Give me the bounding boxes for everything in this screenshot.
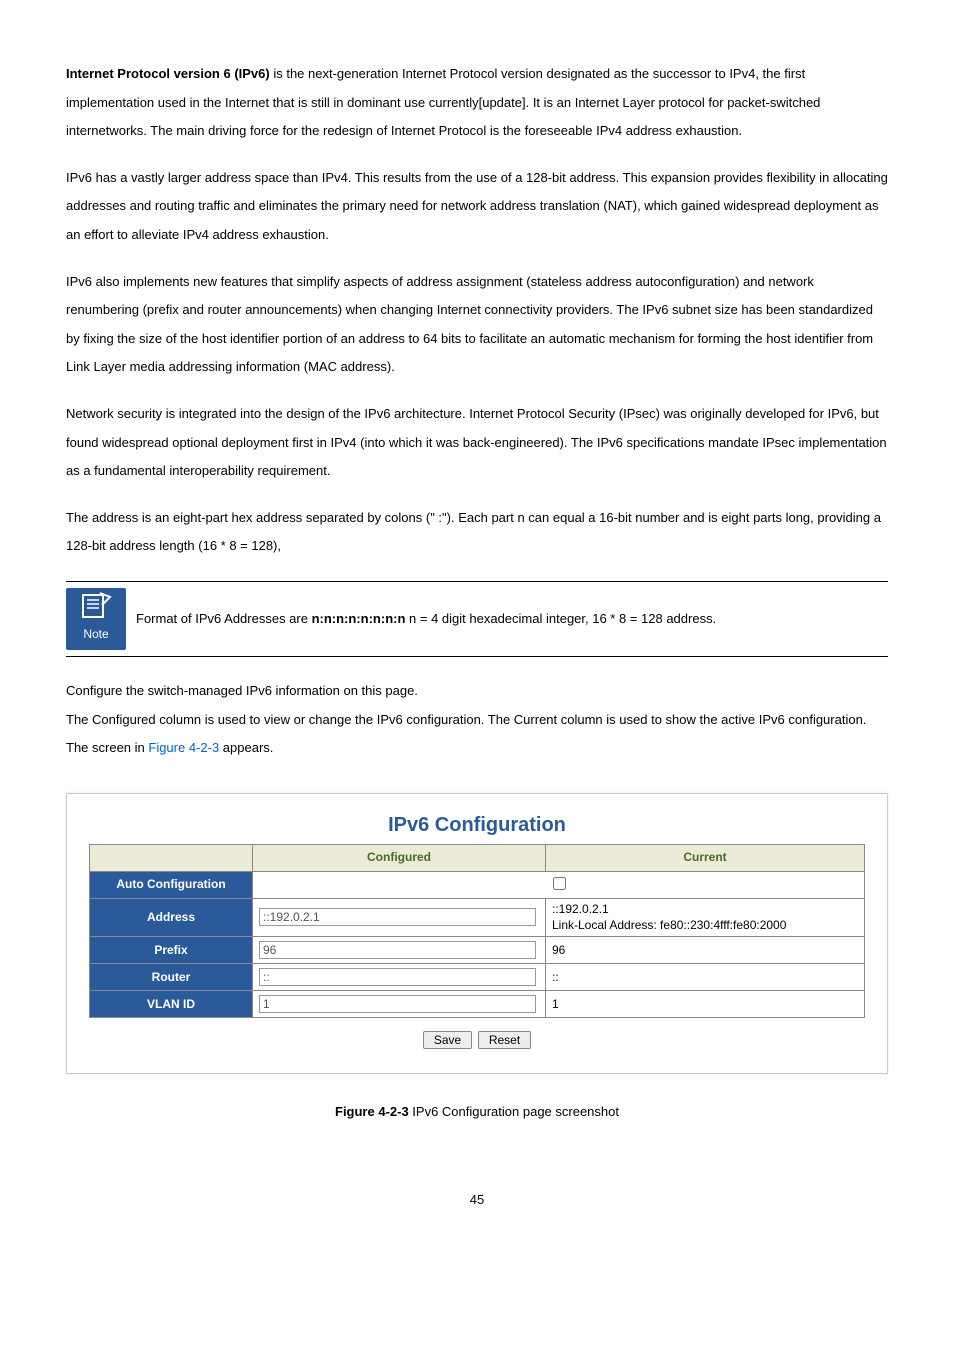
row-label-prefix: Prefix [90,937,253,964]
address-current-2: Link-Local Address: fe80::230:4fff:fe80:… [552,918,786,932]
address-input[interactable] [259,908,536,926]
note-block: Note Format of IPv6 Addresses are n:n:n:… [66,581,888,657]
note-icon: Note [66,588,126,650]
header-configured: Configured [253,844,546,871]
paragraph-1: Internet Protocol version 6 (IPv6) is th… [66,60,888,146]
paragraph-4: Network security is integrated into the … [66,400,888,486]
intro2-line1: Configure the switch-managed IPv6 inform… [66,677,888,706]
vlan-configured-cell [253,991,546,1018]
figure-caption: Figure 4-2-3 IPv6 Configuration page scr… [66,1098,888,1127]
caption-rest: IPv6 Configuration page screenshot [409,1104,619,1119]
paragraph-2: IPv6 has a vastly larger address space t… [66,164,888,250]
paragraph-3: IPv6 also implements new features that s… [66,268,888,382]
note-bold: n:n:n:n:n:n:n:n [312,611,406,626]
auto-config-checkbox[interactable] [553,877,566,890]
caption-bold: Figure 4-2-3 [335,1104,409,1119]
address-current-1: ::192.0.2.1 [552,902,609,916]
vlan-input[interactable] [259,995,536,1013]
figure-link[interactable]: Figure 4-2-3 [148,740,219,755]
router-configured-cell [253,964,546,991]
auto-config-cell [253,871,865,898]
row-label-address: Address [90,898,253,937]
prefix-configured-cell [253,937,546,964]
page-number: 45 [66,1186,888,1215]
row-label-auto: Auto Configuration [90,871,253,898]
save-button[interactable]: Save [423,1031,472,1049]
note-icon-label: Note [83,621,108,647]
vlan-current: 1 [546,991,865,1018]
note-pre: Format of IPv6 Addresses are [136,611,312,626]
header-current: Current [546,844,865,871]
router-input[interactable] [259,968,536,986]
row-label-vlan: VLAN ID [90,991,253,1018]
router-current: :: [546,964,865,991]
note-post: n = 4 digit hexadecimal integer, 16 * 8 … [405,611,716,626]
prefix-current: 96 [546,937,865,964]
p1-lead: Internet Protocol version 6 (IPv6) [66,66,270,81]
address-current-cell: ::192.0.2.1 Link-Local Address: fe80::23… [546,898,865,937]
config-table: Configured Current Auto Configuration Ad… [89,844,865,1019]
intro2-line2: The Configured column is used to view or… [66,706,888,763]
intro2-post: appears. [219,740,273,755]
ipv6-config-screenshot: IPv6 Configuration Configured Current Au… [66,793,888,1074]
header-blank [90,844,253,871]
note-text: Format of IPv6 Addresses are n:n:n:n:n:n… [136,609,716,629]
address-configured-cell [253,898,546,937]
config-title: IPv6 Configuration [89,812,865,838]
button-row: Save Reset [89,1026,865,1055]
row-label-router: Router [90,964,253,991]
prefix-input[interactable] [259,941,536,959]
reset-button[interactable]: Reset [478,1031,531,1049]
paragraph-5: The address is an eight-part hex address… [66,504,888,561]
